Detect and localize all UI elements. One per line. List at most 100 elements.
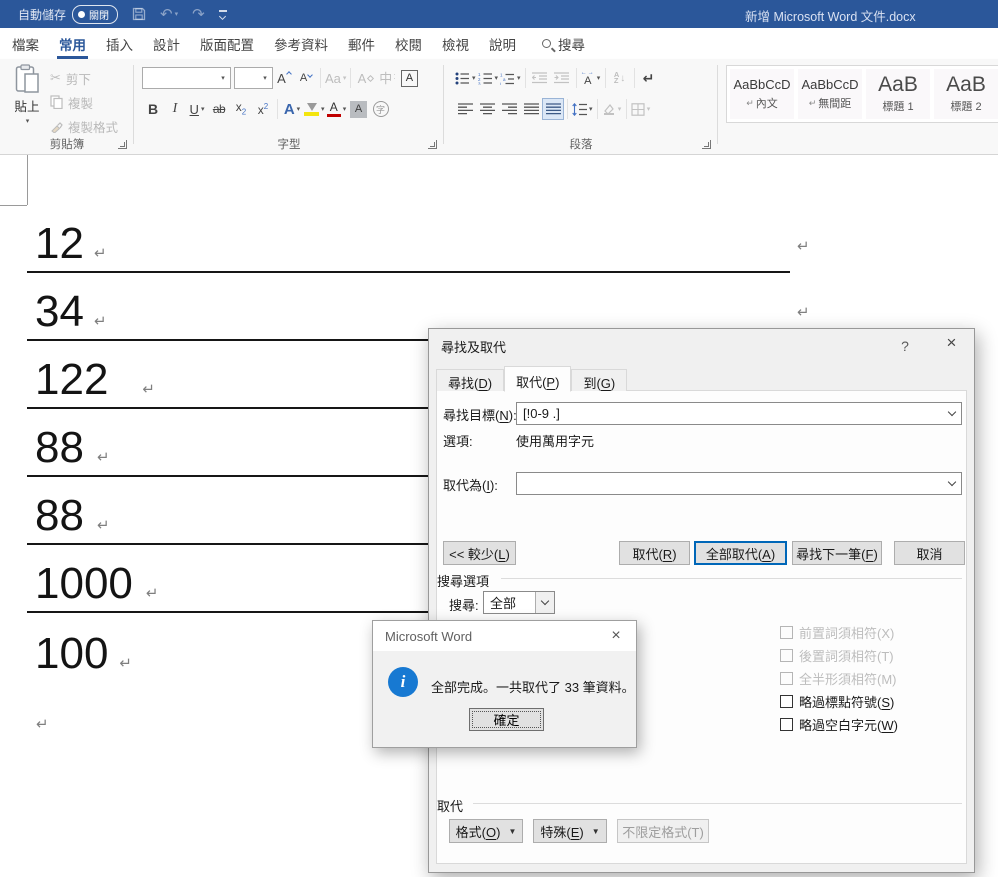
multilevel-list-button[interactable]: 1ai▾	[499, 67, 522, 89]
search-box[interactable]: 搜尋	[542, 34, 585, 54]
align-left-button[interactable]	[454, 98, 476, 120]
superscript-button[interactable]: x2	[252, 98, 274, 120]
replace-with-combo[interactable]	[516, 472, 962, 495]
subscript-button[interactable]: x2	[230, 98, 252, 120]
find-next-button[interactable]: 尋找下一筆(F)	[792, 541, 882, 565]
tab-design[interactable]: 設計	[143, 28, 190, 59]
tab-view[interactable]: 檢視	[432, 28, 479, 59]
less-button[interactable]: << 較少(L)	[443, 541, 516, 565]
checkbox-icon[interactable]	[780, 649, 793, 662]
distribute-button[interactable]	[542, 98, 564, 120]
find-what-input[interactable]	[517, 403, 942, 424]
underline-button[interactable]: U▾	[186, 98, 208, 120]
checkbox-icon[interactable]	[780, 718, 793, 731]
cut-icon: ✂	[50, 70, 61, 86]
checkbox-match-suffix[interactable]: 後置詞須相符(T)	[780, 646, 894, 665]
decrease-indent-button[interactable]	[529, 67, 551, 89]
font-size-combo[interactable]: ▾	[234, 67, 273, 89]
format-button[interactable]: 格式(O)▼	[449, 819, 523, 843]
cancel-button[interactable]: 取消	[894, 541, 965, 565]
tab-file[interactable]: 檔案	[2, 28, 49, 59]
table-row[interactable]: 12↵	[27, 205, 790, 273]
special-button[interactable]: 特殊(E)▼	[533, 819, 607, 843]
bullets-button[interactable]: ▾	[454, 67, 477, 89]
clipboard-dialog-launcher-icon[interactable]	[118, 140, 127, 149]
checkbox-match-halfwidth[interactable]: 全半形須相符(M)	[780, 669, 897, 688]
checkbox-match-prefix[interactable]: 前置詞須相符(X)	[780, 623, 894, 642]
style-normal[interactable]: AaBbCcD ↵內文	[730, 69, 794, 119]
highlight-button[interactable]: ▾	[303, 98, 326, 120]
format-painter-button[interactable]: 複製格式	[50, 115, 118, 137]
line-spacing-button[interactable]: ▾	[571, 98, 594, 120]
change-case-button[interactable]: Aa▾	[324, 67, 347, 89]
enclose-characters-button[interactable]: 字	[370, 98, 392, 120]
character-shading-button[interactable]: A	[348, 98, 370, 120]
autosave-toggle-icon[interactable]: 關閉	[72, 5, 118, 24]
help-icon[interactable]: ?	[890, 335, 920, 357]
close-icon[interactable]: ×	[929, 329, 974, 357]
numbering-button[interactable]: 123▾	[477, 67, 500, 89]
cut-button[interactable]: ✂ 剪下	[50, 67, 118, 89]
checkbox-icon[interactable]	[780, 672, 793, 685]
checkbox-icon[interactable]	[780, 626, 793, 639]
checkbox-ignore-whitespace[interactable]: 略過空白字元(W)	[780, 715, 898, 734]
replace-with-input[interactable]	[517, 473, 942, 494]
save-icon[interactable]	[132, 7, 146, 21]
combo-arrow-icon[interactable]	[535, 592, 554, 613]
shrink-font-button[interactable]: A	[295, 67, 317, 89]
italic-button[interactable]: I	[164, 98, 186, 120]
font-color-button[interactable]: A▾	[326, 98, 348, 120]
tab-references[interactable]: 參考資料	[264, 28, 338, 59]
tab-home[interactable]: 常用	[49, 28, 96, 59]
align-center-button[interactable]	[476, 98, 498, 120]
bold-button[interactable]: B	[142, 98, 164, 120]
combo-arrow-icon[interactable]	[942, 403, 961, 424]
increase-indent-button[interactable]	[551, 67, 573, 89]
font-name-combo[interactable]: ▾	[142, 67, 231, 89]
tab-goto[interactable]: 到(G)	[571, 369, 627, 391]
close-icon[interactable]: ×	[596, 621, 636, 651]
justify-button[interactable]	[520, 98, 542, 120]
style-heading2[interactable]: AaB 標題 2	[934, 69, 998, 119]
tab-mailings[interactable]: 郵件	[338, 28, 385, 59]
search-direction-select[interactable]: 全部	[483, 591, 555, 614]
align-right-button[interactable]	[498, 98, 520, 120]
combo-arrow-icon[interactable]	[942, 473, 961, 494]
shading-button[interactable]: ▾	[601, 98, 623, 120]
checkbox-icon[interactable]	[780, 695, 793, 708]
tab-layout[interactable]: 版面配置	[190, 28, 264, 59]
font-dialog-launcher-icon[interactable]	[428, 140, 437, 149]
paste-button[interactable]: 貼上 ▾	[6, 64, 48, 144]
tab-insert[interactable]: 插入	[96, 28, 143, 59]
autosave-toggle[interactable]: 自動儲存 關閉	[18, 5, 118, 24]
copy-button[interactable]: 複製	[50, 91, 118, 113]
ok-button[interactable]: 確定	[469, 708, 544, 731]
grow-font-button[interactable]: A	[273, 67, 295, 89]
phonetic-guide-button[interactable]: 中⁚	[376, 67, 398, 89]
redo-icon[interactable]: ↷	[192, 7, 205, 22]
checkbox-ignore-punctuation[interactable]: 略過標點符號(S)	[780, 692, 894, 711]
clear-formatting-button[interactable]: A	[354, 67, 376, 89]
borders-button[interactable]: ▾	[630, 98, 652, 120]
no-formatting-button[interactable]: 不限定格式(T)	[617, 819, 709, 843]
tab-find[interactable]: 尋找(D)	[436, 369, 504, 391]
paragraph-dialog-launcher-icon[interactable]	[702, 140, 711, 149]
sort-button[interactable]: AZ ↓	[609, 67, 631, 89]
tab-review[interactable]: 校閱	[385, 28, 432, 59]
find-what-combo[interactable]	[516, 402, 962, 425]
text-effects-button[interactable]: A▾	[281, 98, 303, 120]
fit-text-button[interactable]: ←→ A ▾	[580, 67, 602, 89]
qat-customize-icon[interactable]	[219, 10, 227, 19]
strikethrough-button[interactable]: ab	[208, 98, 230, 120]
tab-help[interactable]: 說明	[479, 28, 526, 59]
autosave-label: 自動儲存	[18, 6, 66, 23]
replace-all-button[interactable]: 全部取代(A)	[694, 541, 787, 565]
style-heading1[interactable]: AaB 標題 1	[866, 69, 930, 119]
undo-icon[interactable]: ↶▾	[160, 7, 178, 22]
show-marks-button[interactable]: ↵	[638, 67, 660, 89]
character-border-button[interactable]: A	[398, 67, 420, 89]
style-no-spacing[interactable]: AaBbCcD ↵無間距	[798, 69, 862, 119]
tab-replace[interactable]: 取代(P)	[504, 366, 571, 392]
replace-button[interactable]: 取代(R)	[619, 541, 690, 565]
enclose-char-icon: 字	[373, 101, 389, 117]
